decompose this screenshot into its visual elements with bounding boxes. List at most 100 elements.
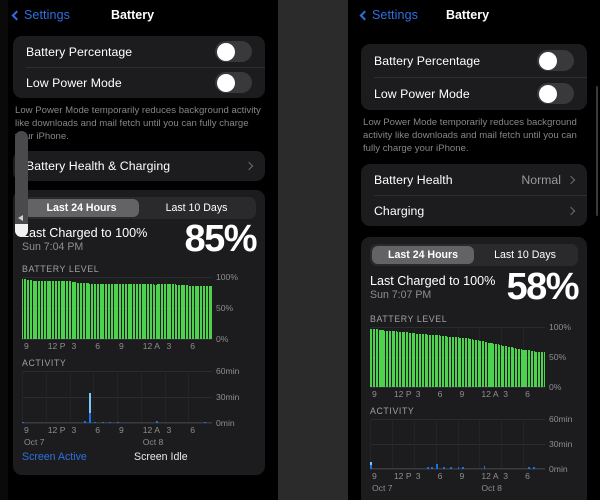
x-axis-tick-label: 9 xyxy=(459,388,465,399)
current-battery-percentage: 85% xyxy=(184,218,257,260)
chevron-left-icon xyxy=(359,10,370,20)
row-battery-percentage[interactable]: Battery Percentage xyxy=(13,36,265,67)
toggle-knob xyxy=(216,73,235,92)
x-axis-date-label: Oct 7 xyxy=(372,482,393,493)
panel-right-content: Settings Battery Battery Percentage Low … xyxy=(348,0,600,500)
back-button-settings[interactable]: Settings xyxy=(11,8,70,22)
x-axis-tick-label: 6 xyxy=(437,470,443,481)
y-axis-tick-label: 60min xyxy=(549,413,573,424)
panel-divider-gap xyxy=(278,0,348,500)
activity-x-axis: 9 12 P 3 6 9 12 A 3 6 Oct 7 Oct 8 xyxy=(22,423,212,449)
row-battery-health[interactable]: Battery Health Normal xyxy=(361,164,587,195)
row-label: Low Power Mode xyxy=(26,75,122,90)
last-charged-time: Sun 7:04 PM xyxy=(22,241,84,253)
low-power-mode-toggle[interactable] xyxy=(215,72,252,93)
row-label: Charging xyxy=(374,203,425,218)
gridline-vertical xyxy=(479,418,481,469)
battery-settings-card: Battery Percentage Low Power Mode xyxy=(13,36,265,98)
battery-level-bar xyxy=(543,352,545,387)
back-button-settings[interactable]: Settings xyxy=(359,8,418,22)
battery-percentage-toggle[interactable] xyxy=(215,41,252,62)
segment-last-10-days[interactable]: Last 10 Days xyxy=(139,199,254,217)
activity-chart: ACTIVITY 0min 30min 60min 9 12 P 3 6 9 12 A 3 6 Oc… xyxy=(370,406,578,493)
y-axis-tick-label: 0% xyxy=(216,333,229,344)
gridline-vertical xyxy=(164,370,166,423)
battery-level-x-axis: 9 12 P 3 6 9 12 A36 xyxy=(370,387,545,400)
battery-level-chart: BATTERY LEVEL 0% 50% 100% 9 12 P 3 6 9 12 A36 xyxy=(370,314,578,400)
battery-percentage-toggle[interactable] xyxy=(537,50,574,71)
x-axis-tick-label: 3 xyxy=(71,340,77,351)
row-label: Battery Percentage xyxy=(26,44,133,59)
legend-screen-idle: Screen Idle xyxy=(134,450,188,463)
chevron-right-icon xyxy=(566,175,576,184)
x-axis-tick-label: 3 xyxy=(503,470,509,481)
legend-screen-active: Screen Active xyxy=(22,450,87,463)
row-label: Battery Health & Charging xyxy=(26,159,171,173)
x-axis-tick-label: 3 xyxy=(166,424,172,435)
panel-left: Settings Battery Battery Percentage Low … xyxy=(0,0,278,500)
gridline-vertical xyxy=(413,418,415,469)
activity-bar xyxy=(88,412,91,423)
activity-bar xyxy=(88,392,91,413)
last-charged-text-group: Last Charged to 100% Sun 7:04 PM xyxy=(22,226,147,253)
activity-chart: ACTIVITY 0min 30min 60min 9 12 P 3 6 9 12 A 3 6 Oc… xyxy=(22,358,256,449)
time-range-segmented-control[interactable]: Last 24 Hours Last 10 Days xyxy=(22,197,256,219)
x-axis-tick-label: 9 xyxy=(459,470,465,481)
row-low-power-mode[interactable]: Low Power Mode xyxy=(13,67,265,98)
row-battery-health-and-charging[interactable]: Battery Health & Charging xyxy=(13,151,265,181)
x-axis-tick-label: 3 xyxy=(415,470,421,481)
battery-settings-card: Battery Percentage Low Power Mode xyxy=(361,44,587,110)
battery-level-chart-title: BATTERY LEVEL xyxy=(370,313,448,324)
x-axis-tick-label: 6 xyxy=(190,424,196,435)
segment-last-24-hours[interactable]: Last 24 Hours xyxy=(24,199,139,217)
y-axis-tick-label: 50% xyxy=(216,302,234,313)
toggle-knob xyxy=(216,42,235,61)
segment-last-10-days[interactable]: Last 10 Days xyxy=(474,246,576,264)
row-battery-percentage[interactable]: Battery Percentage xyxy=(361,44,587,77)
activity-plot: 0min 30min 60min xyxy=(370,414,572,474)
y-axis-tick-label: 0min xyxy=(216,417,235,428)
gridline-vertical xyxy=(501,418,503,469)
gridline-vertical xyxy=(457,418,459,469)
screenshot-stage: Settings Battery Battery Percentage Low … xyxy=(0,0,600,500)
x-axis-tick-label: 6 xyxy=(437,388,443,399)
chevron-right-icon xyxy=(566,206,576,215)
battery-health-value: Normal xyxy=(521,172,561,187)
navigation-bar: Settings Battery xyxy=(348,0,587,30)
y-axis-tick-label: 100% xyxy=(216,271,238,282)
activity-bar xyxy=(370,462,372,465)
panel-left-content: Settings Battery Battery Percentage Low … xyxy=(0,0,278,500)
toggle-knob xyxy=(538,51,557,70)
navigation-bar: Settings Battery xyxy=(0,0,265,30)
battery-health-card: Battery Health & Charging xyxy=(13,151,265,181)
last-charged-header: Last Charged to 100% Sun 7:07 PM 58% xyxy=(370,268,579,306)
x-axis-tick-label: 9 xyxy=(119,340,124,351)
last-charged-header: Last Charged to 100% Sun 7:04 PM 85% xyxy=(22,220,257,258)
x-axis-tick-label: 9 xyxy=(372,388,377,399)
last-charged-title: Last Charged to 100% xyxy=(22,226,148,240)
low-power-mode-toggle[interactable] xyxy=(537,83,574,104)
speaker-icon xyxy=(18,215,23,221)
toggle-knob xyxy=(538,84,557,103)
x-axis-tick-label: 9 xyxy=(119,424,124,435)
activity-x-axis: 9 12 P 3 6 9 12 A 3 6 Oct 7 Oct 8 xyxy=(370,469,545,493)
volume-level-fill xyxy=(15,224,28,237)
battery-health-card: Battery Health Normal Charging xyxy=(361,164,587,226)
vertical-scrollbar[interactable] xyxy=(596,86,598,216)
segment-last-24-hours[interactable]: Last 24 Hours xyxy=(372,246,474,264)
gridline-vertical xyxy=(523,418,525,469)
last-charged-title: Last Charged to 100% xyxy=(370,274,496,288)
x-axis-tick-label: 9 xyxy=(372,470,377,481)
gridline-vertical xyxy=(45,370,47,423)
x-axis-tick-label: 9 xyxy=(24,340,29,351)
x-axis-tick-label: 6 xyxy=(95,424,101,435)
panel-right: Settings Battery Battery Percentage Low … xyxy=(348,0,600,500)
x-axis-tick-label: 12 P xyxy=(393,470,412,481)
time-range-segmented-control[interactable]: Last 24 Hours Last 10 Days xyxy=(370,244,578,266)
row-low-power-mode[interactable]: Low Power Mode xyxy=(361,77,587,110)
gridline-vertical xyxy=(188,370,190,423)
x-axis-tick-label: 6 xyxy=(525,470,530,481)
x-axis-tick-label: 12 A xyxy=(142,424,160,435)
row-charging[interactable]: Charging xyxy=(361,195,587,226)
volume-slider-hud[interactable] xyxy=(15,131,28,237)
